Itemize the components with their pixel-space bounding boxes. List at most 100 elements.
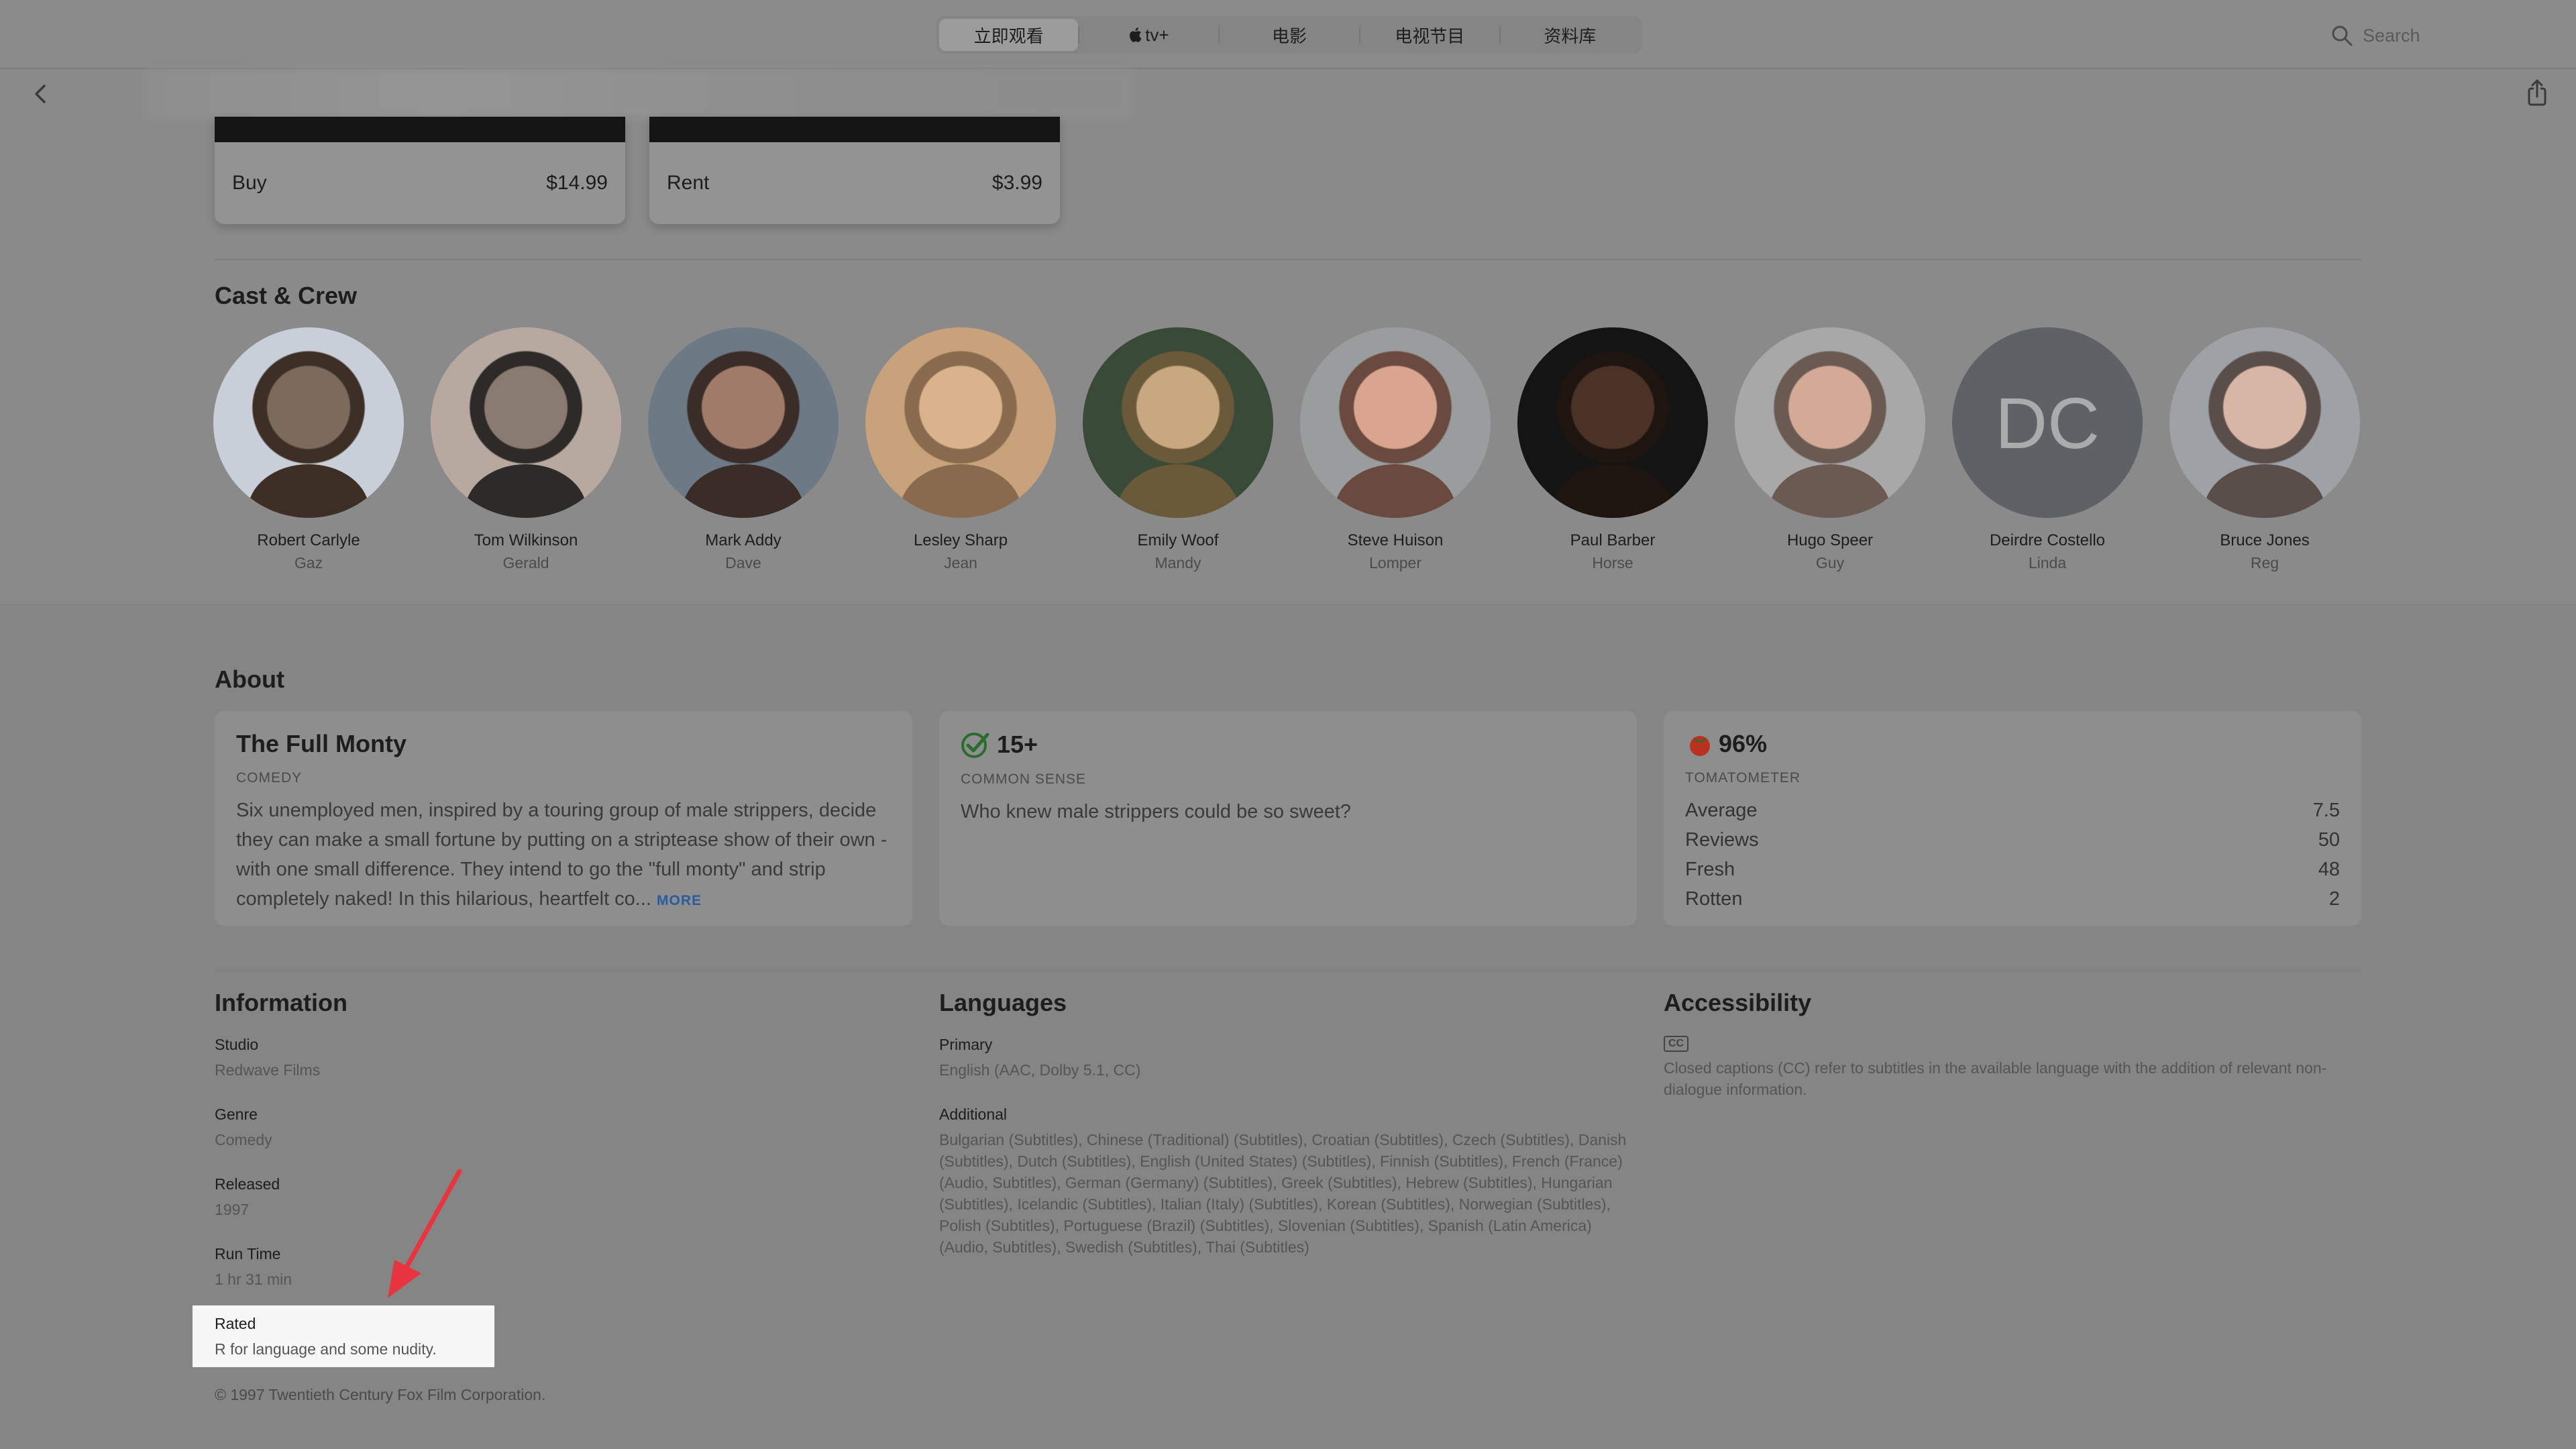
cast-member[interactable]: Steve Huison Lomper (1295, 327, 1496, 572)
languages-additional: Additional Bulgarian (Subtitles), Chines… (939, 1106, 1637, 1258)
apple-logo-icon (1130, 28, 1142, 42)
buy-offer-card[interactable]: Buy $14.99 (215, 117, 625, 224)
cast-member[interactable]: Tom Wilkinson Gerald (425, 327, 627, 572)
offer-label: Rent (667, 172, 710, 194)
movie-summary-text: Six unemployed men, inspired by a tourin… (236, 800, 888, 910)
common-sense-label: COMMON SENSE (961, 771, 1087, 787)
cast-name: Mark Addy (705, 531, 782, 549)
tab-tv-plus-label: tv+ (1145, 24, 1169, 45)
movie-summary-card[interactable]: The Full Monty COMEDY Six unemployed men… (215, 711, 912, 926)
offer-card-image-strip (649, 117, 1060, 142)
stat-label: Average (1685, 800, 1758, 821)
info-run-time: Run Time 1 hr 31 min (215, 1245, 292, 1290)
avatar-shoulders (682, 464, 804, 518)
info-studio: Studio Redwave Films (215, 1036, 320, 1081)
common-sense-text: Who knew male strippers could be so swee… (961, 801, 1351, 822)
info-rated: Rated R for language and some nudity. (215, 1315, 437, 1360)
offer-price: $3.99 (991, 172, 1042, 194)
tomatometer-stats: Average 7.5 Reviews 50 Fresh 48 Rotten 2 (1685, 796, 2340, 914)
search-placeholder: Search (2363, 25, 2420, 46)
cc-badge-icon: CC (1664, 1036, 1689, 1052)
tomatometer-percent: 96% (1719, 730, 1768, 757)
more-link[interactable]: MORE (657, 893, 702, 908)
cast-member[interactable]: Mark Addy Dave (643, 327, 844, 572)
stat-label: Reviews (1685, 829, 1759, 851)
cast-member[interactable]: Paul Barber Horse (1512, 327, 1713, 572)
cast-avatar (1735, 327, 1925, 518)
tomatometer-card[interactable]: 96% TOMATOMETER Average 7.5 Reviews 50 F… (1664, 711, 2361, 926)
tab-watch-now[interactable]: 立即观看 (939, 19, 1079, 51)
accessibility-text: Closed captions (CC) refer to subtitles … (1664, 1059, 2327, 1098)
stat-row: Rotten 2 (1685, 884, 2340, 914)
info-value: Bulgarian (Subtitles), Chinese (Traditio… (939, 1131, 1627, 1256)
cast-name: Steve Huison (1347, 531, 1444, 549)
cast-role: Jean (944, 554, 977, 572)
stat-value: 7.5 (2312, 800, 2340, 821)
movie-genre: COMEDY (236, 770, 303, 786)
stat-row: Fresh 48 (1685, 855, 2340, 884)
cast-member[interactable]: Hugo Speer Guy (1729, 327, 1931, 572)
annotation-arrow-icon (388, 1169, 462, 1298)
info-label: Additional (939, 1106, 1008, 1123)
rent-offer-card[interactable]: Rent $3.99 (649, 117, 1060, 224)
stat-row: Reviews 50 (1685, 825, 2340, 855)
cast-name: Bruce Jones (2220, 531, 2310, 549)
languages-section-title: Languages (939, 989, 1067, 1016)
info-label: Rated (215, 1315, 256, 1332)
cast-member[interactable]: Emily Woof Mandy (1077, 327, 1279, 572)
avatar-shoulders (900, 464, 1022, 518)
cast-member[interactable]: Robert Carlyle Gaz (208, 327, 409, 572)
cast-name: Paul Barber (1570, 531, 1656, 549)
cast-role: Lomper (1369, 554, 1421, 572)
cast-avatar (1300, 327, 1491, 518)
cast-role: Dave (725, 554, 761, 572)
info-value: R for language and some nudity. (215, 1340, 437, 1358)
info-value: 1 hr 31 min (215, 1271, 292, 1288)
common-sense-card[interactable]: 15+ COMMON SENSE Who knew male strippers… (939, 711, 1637, 926)
info-value: English (AAC, Dolby 5.1, CC) (939, 1061, 1141, 1079)
avatar-shoulders (248, 464, 370, 518)
movie-title: The Full Monty (236, 730, 407, 757)
tomatometer-label: TOMATOMETER (1685, 770, 1801, 786)
top-bar: 立即观看 tv+ 电影 电视节目 资料库 Search (0, 0, 2576, 69)
tomatometer-score: 96% (1685, 730, 2340, 758)
cast-member[interactable]: Bruce Jones Reg (2164, 327, 2365, 572)
cast-avatar (2169, 327, 2360, 518)
cast-avatar (1083, 327, 1273, 518)
tab-library[interactable]: 资料库 (1501, 19, 1640, 51)
cast-avatar (648, 327, 839, 518)
info-genre: Genre Comedy (215, 1106, 272, 1150)
avatar-shoulders (1334, 464, 1456, 518)
cast-name: Robert Carlyle (257, 531, 360, 549)
back-chevron-icon[interactable] (31, 80, 51, 107)
check-circle-icon (961, 733, 989, 758)
accessibility-info: CC Closed captions (CC) refer to subtitl… (1664, 1036, 2334, 1100)
cast-name: Hugo Speer (1786, 531, 1874, 549)
tab-apple-tv-plus[interactable]: tv+ (1079, 19, 1218, 51)
cast-member[interactable]: DC Deirdre Costello Linda (1947, 327, 2148, 572)
languages-primary: Primary English (AAC, Dolby 5.1, CC) (939, 1036, 1637, 1081)
stat-label: Fresh (1685, 859, 1735, 880)
search-field[interactable]: Search (2330, 20, 2576, 51)
offer-card-image-strip (215, 117, 625, 142)
cast-avatar (213, 327, 404, 518)
cast-member[interactable]: Lesley Sharp Jean (860, 327, 1061, 572)
tab-tv-shows[interactable]: 电视节目 (1360, 19, 1499, 51)
cast-avatar (865, 327, 1056, 518)
common-sense-age: 15+ (997, 731, 1038, 758)
info-label: Run Time (215, 1245, 281, 1263)
movie-summary: Six unemployed men, inspired by a tourin… (236, 796, 891, 916)
accessibility-section-title: Accessibility (1664, 989, 1812, 1016)
section-divider (215, 259, 2361, 260)
share-icon[interactable] (2525, 78, 2549, 107)
stat-value: 48 (2318, 859, 2340, 880)
cast-role: Linda (2028, 554, 2067, 572)
avatar-shoulders (1117, 464, 1239, 518)
cast-role: Guy (1815, 554, 1845, 572)
info-value: Redwave Films (215, 1061, 321, 1079)
cast-name: Tom Wilkinson (474, 531, 578, 549)
cast-name: Emily Woof (1137, 531, 1219, 549)
tab-movies[interactable]: 电影 (1220, 19, 1358, 51)
search-icon (2332, 25, 2353, 46)
tomato-icon (1690, 736, 1710, 756)
